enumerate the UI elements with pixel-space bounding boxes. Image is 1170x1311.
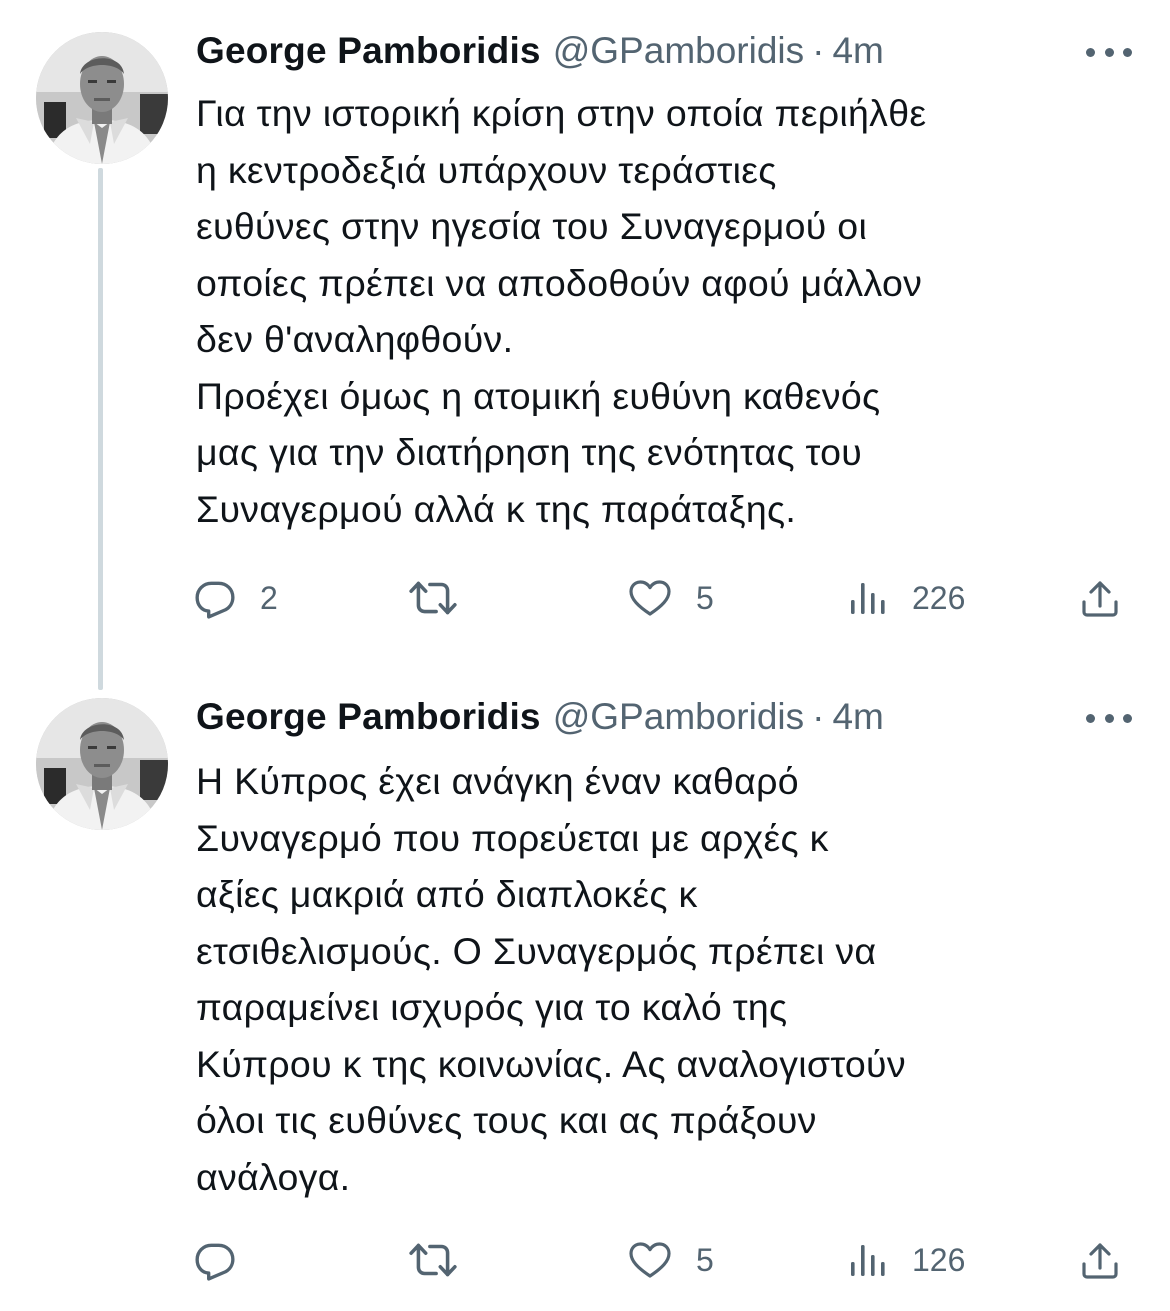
thread-connector — [98, 168, 103, 690]
action-bar: 2 5 226 — [190, 573, 1140, 623]
tweet-text-line: μας για την διατήρηση της ενότητας του — [196, 431, 863, 473]
author-handle[interactable]: @GPamboridis — [553, 696, 804, 738]
avatar[interactable] — [36, 698, 168, 830]
reply-button[interactable] — [194, 1235, 260, 1285]
views-count: 226 — [912, 579, 966, 616]
author-handle[interactable]: @GPamboridis — [553, 30, 804, 72]
retweet-icon — [408, 1239, 458, 1281]
tweet-text-line: Κύπρου κ της κοινωνίας. Ας αναλογιστούν — [196, 1042, 906, 1085]
tweet-text: Η Κύπρος έχει ανάγκη έναν καθαρό Συναγερ… — [196, 753, 1136, 1205]
tweet-text-line: δεν θ'αναληφθούν. — [196, 318, 514, 360]
tweet[interactable]: George Pamboridis @GPamboridis · 4m Η Κύ… — [0, 670, 1170, 1311]
like-count: 5 — [696, 579, 714, 616]
share-upload-icon — [1080, 578, 1120, 618]
share-button[interactable] — [1080, 1235, 1120, 1285]
timestamp[interactable]: 4m — [832, 696, 883, 738]
like-button[interactable]: 5 — [628, 1235, 714, 1285]
separator: · — [812, 696, 825, 737]
tweet-header: George Pamboridis @GPamboridis · 4m — [196, 30, 884, 74]
retweet-icon — [408, 577, 458, 619]
views-count: 126 — [912, 1241, 966, 1278]
tweet-text-line: όλοι τις ευθύνες τους και ας πράξουν — [196, 1099, 817, 1141]
tweet-text-line: η κεντροδεξιά υπάρχουν τεράστιες — [196, 148, 777, 191]
like-count: 5 — [696, 1241, 714, 1278]
profile-photo — [36, 32, 168, 164]
share-button[interactable] — [1080, 573, 1120, 623]
timestamp[interactable]: 4m — [832, 30, 883, 72]
separator: · — [812, 30, 825, 71]
tweet-header: George Pamboridis @GPamboridis · 4m — [196, 696, 884, 740]
share-upload-icon — [1080, 1240, 1120, 1280]
tweet-text-line: ετσιθελισμούς. Ο Συναγερμός πρέπει να — [196, 929, 877, 972]
tweet-text-line: Προέχει όμως η ατομική ευθύνη καθενός — [196, 374, 881, 417]
reply-bubble-icon — [194, 1239, 236, 1281]
like-button[interactable]: 5 — [628, 573, 714, 623]
tweet-text-line: παραμείνει ισχυρός για το καλό της — [196, 986, 788, 1028]
tweet-text-line: Η Κύπρος έχει ανάγκη έναν καθαρό — [196, 760, 799, 802]
tweet[interactable]: George Pamboridis @GPamboridis · 4m Για … — [0, 0, 1170, 690]
tweet-text-line: ανάλογα. — [196, 1155, 351, 1198]
profile-photo — [36, 698, 168, 830]
author-name[interactable]: George Pamboridis — [196, 30, 541, 72]
action-bar: 5 126 — [190, 1235, 1140, 1285]
retweet-button[interactable] — [408, 573, 482, 623]
views-button[interactable]: 126 — [848, 1235, 965, 1285]
tweet-text-line: Συναγερμού αλλά κ της παράταξης. — [196, 487, 797, 530]
more-dots-icon[interactable] — [1086, 708, 1132, 728]
avatar[interactable] — [36, 32, 168, 164]
heart-icon — [628, 1240, 672, 1280]
tweet-text-line: Συναγερμό που πορεύεται με αρχές κ — [196, 816, 829, 859]
reply-button[interactable]: 2 — [194, 573, 278, 623]
tweet-text-line: ευθύνες στην ηγεσία του Συναγερμού οι — [196, 205, 868, 247]
reply-count: 2 — [260, 579, 278, 616]
views-button[interactable]: 226 — [848, 573, 965, 623]
author-name[interactable]: George Pamboridis — [196, 696, 541, 738]
reply-bubble-icon — [194, 577, 236, 619]
more-dots-icon[interactable] — [1086, 42, 1132, 62]
heart-icon — [628, 578, 672, 618]
tweet-text-line: Για την ιστορική κρίση στην οποία περιήλ… — [196, 92, 927, 134]
views-chart-icon — [848, 1240, 888, 1280]
tweet-text-line: οποίες πρέπει να αποδοθούν αφού μάλλον — [196, 261, 923, 304]
tweet-text: Για την ιστορική κρίση στην οποία περιήλ… — [196, 85, 1136, 537]
views-chart-icon — [848, 578, 888, 618]
tweet-text-line: αξίες μακριά από διαπλοκές κ — [196, 873, 698, 915]
retweet-button[interactable] — [408, 1235, 482, 1285]
